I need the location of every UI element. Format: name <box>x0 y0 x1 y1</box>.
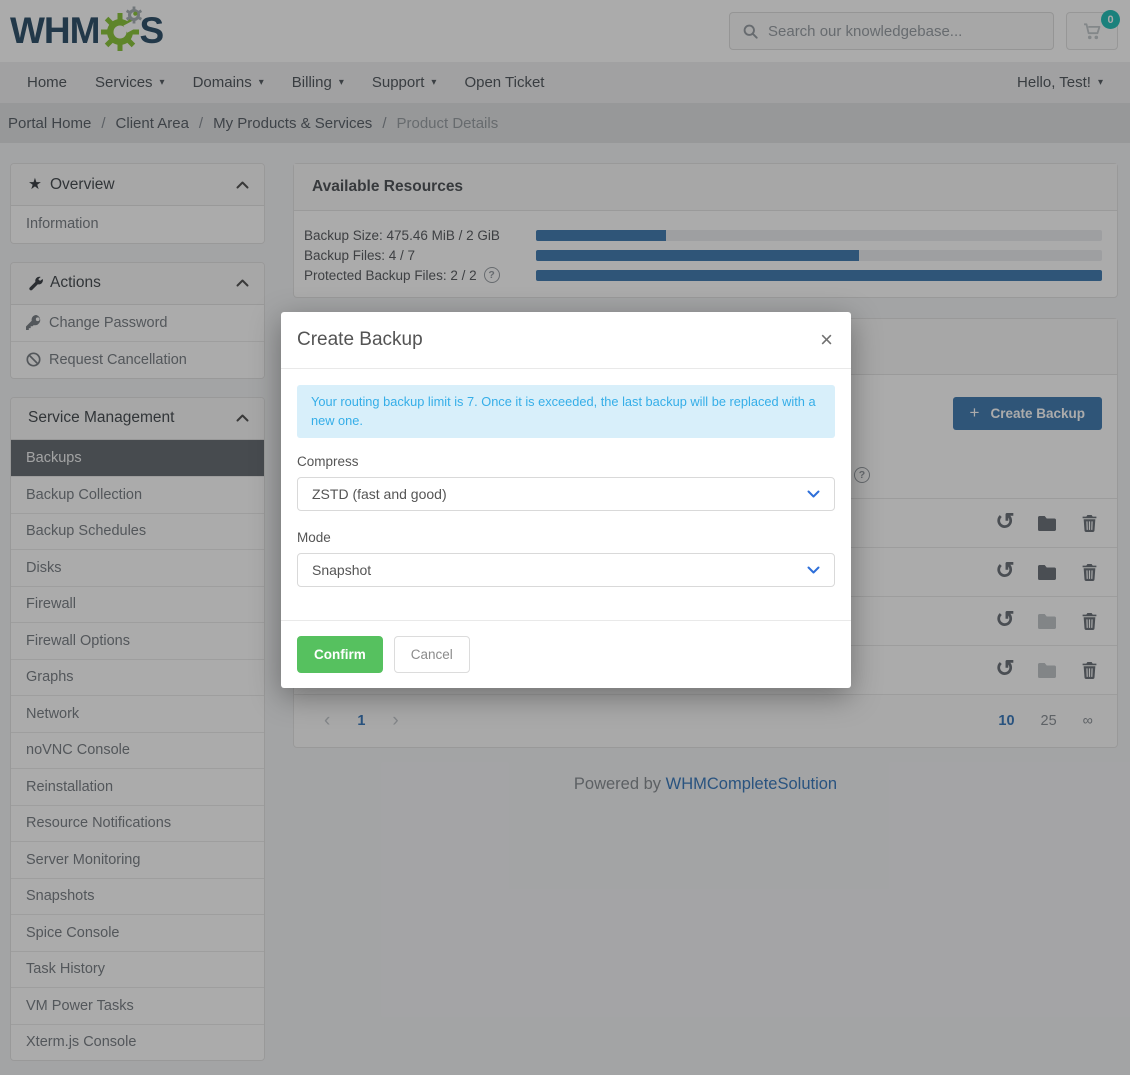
mode-field: Mode Snapshot <box>297 530 835 587</box>
compress-label: Compress <box>297 454 835 469</box>
modal-title: Create Backup <box>297 329 423 351</box>
chevron-down-icon <box>807 566 820 574</box>
create-backup-modal: Create Backup × Your routing backup limi… <box>281 312 851 688</box>
compress-select[interactable]: ZSTD (fast and good) <box>297 477 835 511</box>
mode-label: Mode <box>297 530 835 545</box>
mode-select[interactable]: Snapshot <box>297 553 835 587</box>
confirm-button[interactable]: Confirm <box>297 636 383 673</box>
compress-field: Compress ZSTD (fast and good) <box>297 454 835 511</box>
modal-footer: Confirm Cancel <box>281 620 851 688</box>
chevron-down-icon <box>807 490 820 498</box>
modal-header: Create Backup × <box>281 312 851 369</box>
backup-limit-alert: Your routing backup limit is 7. Once it … <box>297 385 835 438</box>
compress-selected-value: ZSTD (fast and good) <box>312 486 447 502</box>
modal-body: Your routing backup limit is 7. Once it … <box>281 369 851 620</box>
cancel-button[interactable]: Cancel <box>394 636 470 673</box>
mode-selected-value: Snapshot <box>312 562 371 578</box>
close-icon[interactable]: × <box>818 329 835 351</box>
